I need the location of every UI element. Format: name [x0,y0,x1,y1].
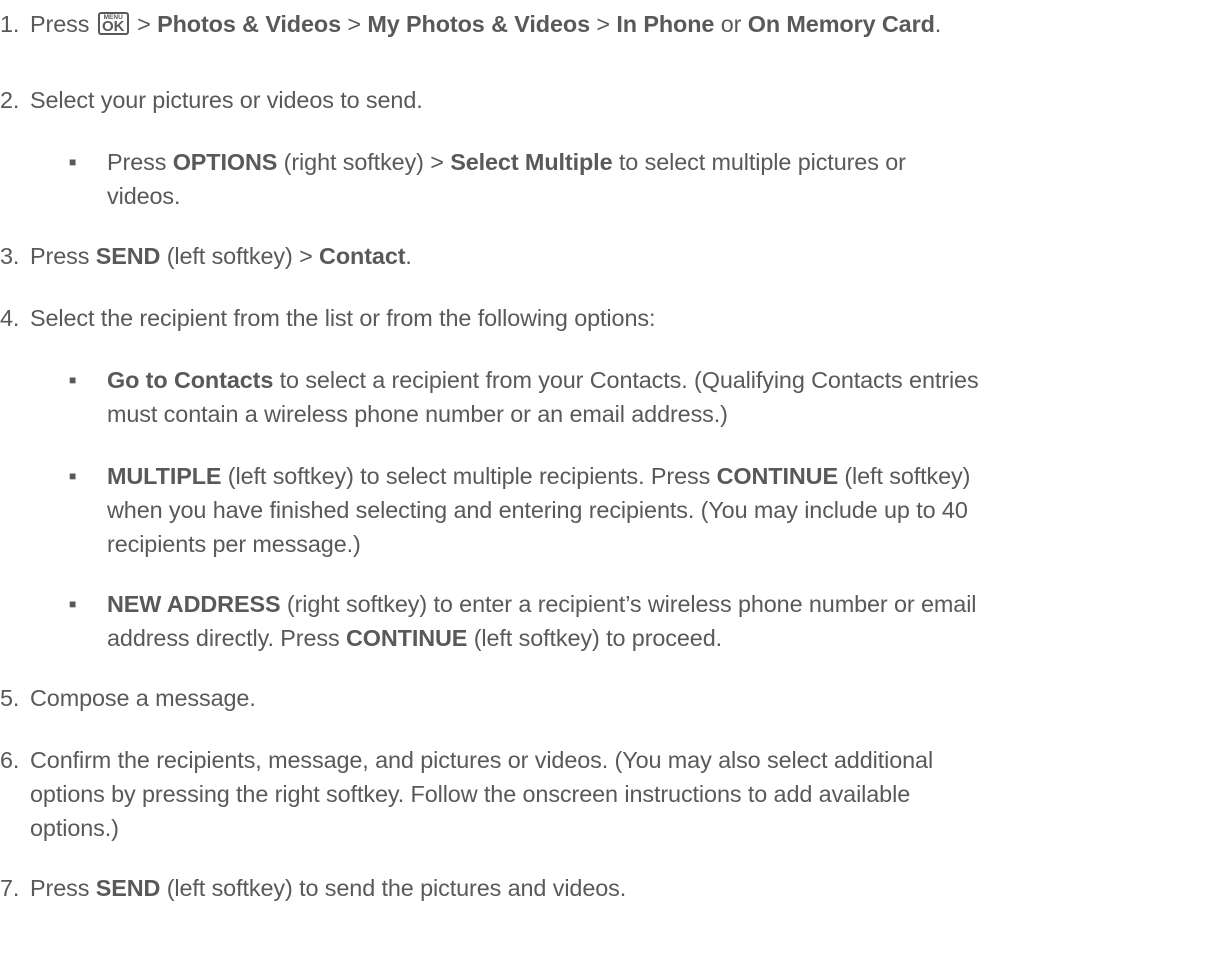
sub-bullet-text: Press OPTIONS (right softkey) > Select M… [107,149,906,175]
step-number: 4. [0,305,20,331]
sub-bullet-text: MULTIPLE (left softkey) to select multip… [107,463,971,489]
step-text: Compose a message. [30,685,256,711]
step-text: Press SEND (left softkey) to send the pi… [30,875,627,901]
step-number: 7. [0,875,20,901]
step-number: 1. [0,11,20,37]
step-text: Select your pictures or videos to send. [30,87,423,113]
bullet-icon: ■ [69,155,77,169]
step-number: 2. [0,87,20,113]
step-text: Select the recipient from the list or fr… [30,305,656,331]
menu-ok-key-icon: MENU OK [97,12,129,35]
step-text: Confirm the recipients, message, and pic… [30,747,934,773]
step-text: Press MENU OK > Photos & Videos > My Phot… [30,11,942,37]
bullet-icon: ■ [69,469,77,483]
bullet-icon: ■ [69,373,77,387]
sub-bullet-text: NEW ADDRESS (right softkey) to enter a r… [107,591,977,617]
step-number: 3. [0,243,20,269]
bullet-icon: ■ [69,597,77,611]
step-text: Press SEND (left softkey) > Contact. [30,243,412,269]
step-number: 5. [0,685,20,711]
step-number: 6. [0,747,20,773]
sub-bullet-text: Go to Contacts to select a recipient fro… [107,367,979,393]
